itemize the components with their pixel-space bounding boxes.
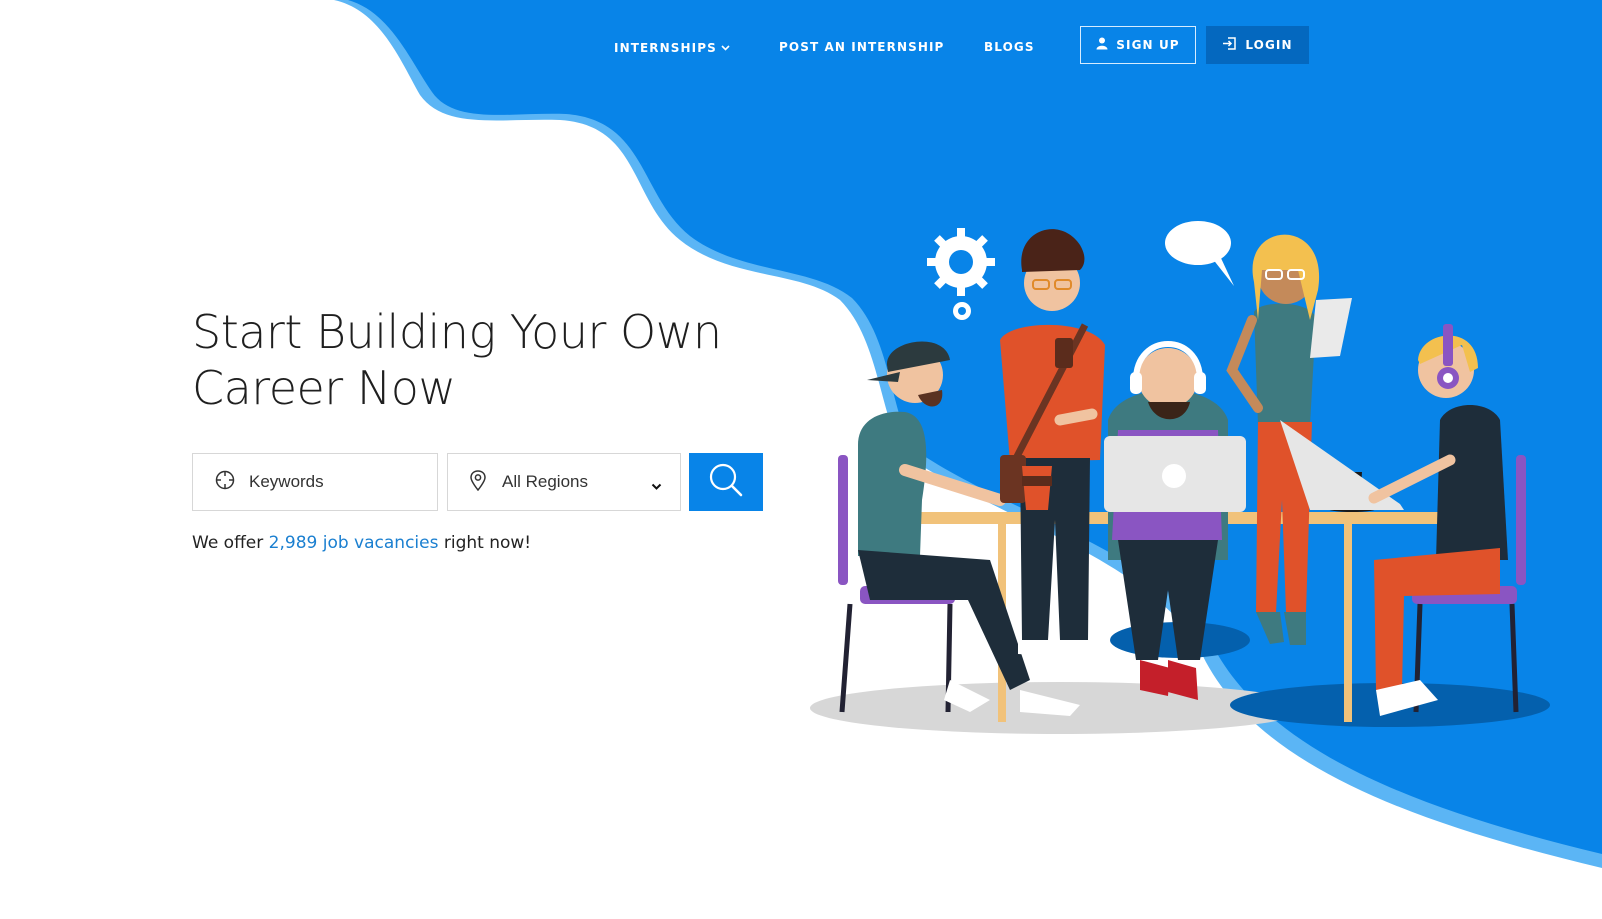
crosshair-icon <box>215 470 235 494</box>
sign-up-label: SIGN UP <box>1116 38 1180 52</box>
laptop-center <box>1104 436 1246 512</box>
keywords-field <box>192 453 438 511</box>
nav-internships-label: INTERNSHIPS <box>614 41 717 55</box>
headline-line-1: Start Building Your Own <box>192 305 722 359</box>
region-select-value: All Regions <box>502 472 588 491</box>
search-button[interactable] <box>689 453 763 511</box>
chevron-down-icon <box>721 40 730 54</box>
job-vacancies-link[interactable]: 2,989 job vacancies <box>269 533 439 553</box>
user-icon <box>1096 37 1108 53</box>
nav-internships[interactable]: INTERNSHIPS <box>614 40 730 55</box>
hero-headline: Start Building Your Own Career Now <box>192 304 792 416</box>
region-select[interactable]: All Regions <box>447 453 681 511</box>
login-button[interactable]: LOGIN <box>1206 26 1309 64</box>
nav-blogs[interactable]: BLOGS <box>984 40 1035 54</box>
nav-post-internship[interactable]: POST AN INTERNSHIP <box>779 40 944 54</box>
map-pin-icon <box>470 469 486 495</box>
caret-down-icon <box>651 476 662 495</box>
vacancy-offer-text: We offer 2,989 job vacancies right now! <box>192 533 531 553</box>
offer-suffix: right now! <box>438 533 532 553</box>
login-icon <box>1222 37 1237 53</box>
search-icon <box>708 462 744 502</box>
offer-prefix: We offer <box>192 533 269 553</box>
sign-up-button[interactable]: SIGN UP <box>1080 26 1196 64</box>
keywords-input[interactable] <box>247 471 411 493</box>
login-label: LOGIN <box>1245 38 1293 52</box>
headline-line-2: Career Now <box>192 361 456 415</box>
top-navigation: INTERNSHIPS POST AN INTERNSHIP BLOGS SIG… <box>0 0 1602 90</box>
